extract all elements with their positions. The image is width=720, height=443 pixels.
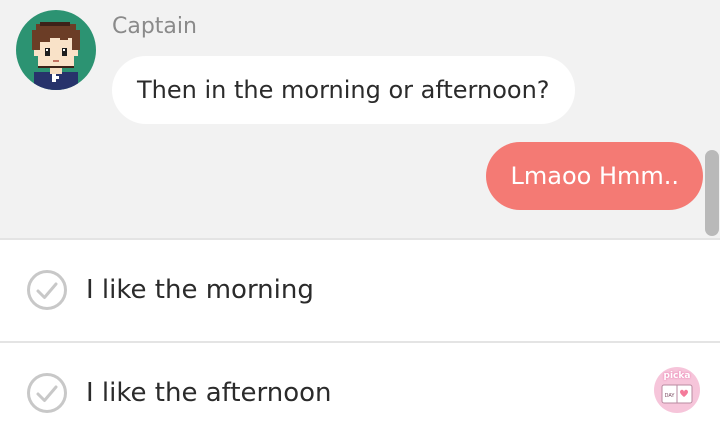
choice-option-afternoon[interactable]: I like the afternoon [0,343,720,443]
choice-label: I like the afternoon [86,378,332,408]
check-circle-icon [27,270,67,310]
calendar-heart-icon: DAY [661,384,693,404]
chat-area: Captain Then in the morning or afternoon… [0,0,720,238]
pixel-boy-avatar-icon [32,22,80,90]
check-circle-icon [27,373,67,413]
sender-avatar[interactable] [16,10,96,90]
sender-name: Captain [112,14,197,39]
scrollbar-thumb[interactable] [705,150,719,236]
outgoing-message-bubble: Lmaoo Hmm.. [486,142,703,210]
incoming-message-bubble: Then in the morning or afternoon? [112,56,575,124]
choice-label: I like the morning [86,275,314,305]
badge-small-text: DAY [665,393,676,399]
choice-option-morning[interactable]: I like the morning [0,240,720,340]
pickaday-logo-badge: picka DAY [654,367,700,413]
